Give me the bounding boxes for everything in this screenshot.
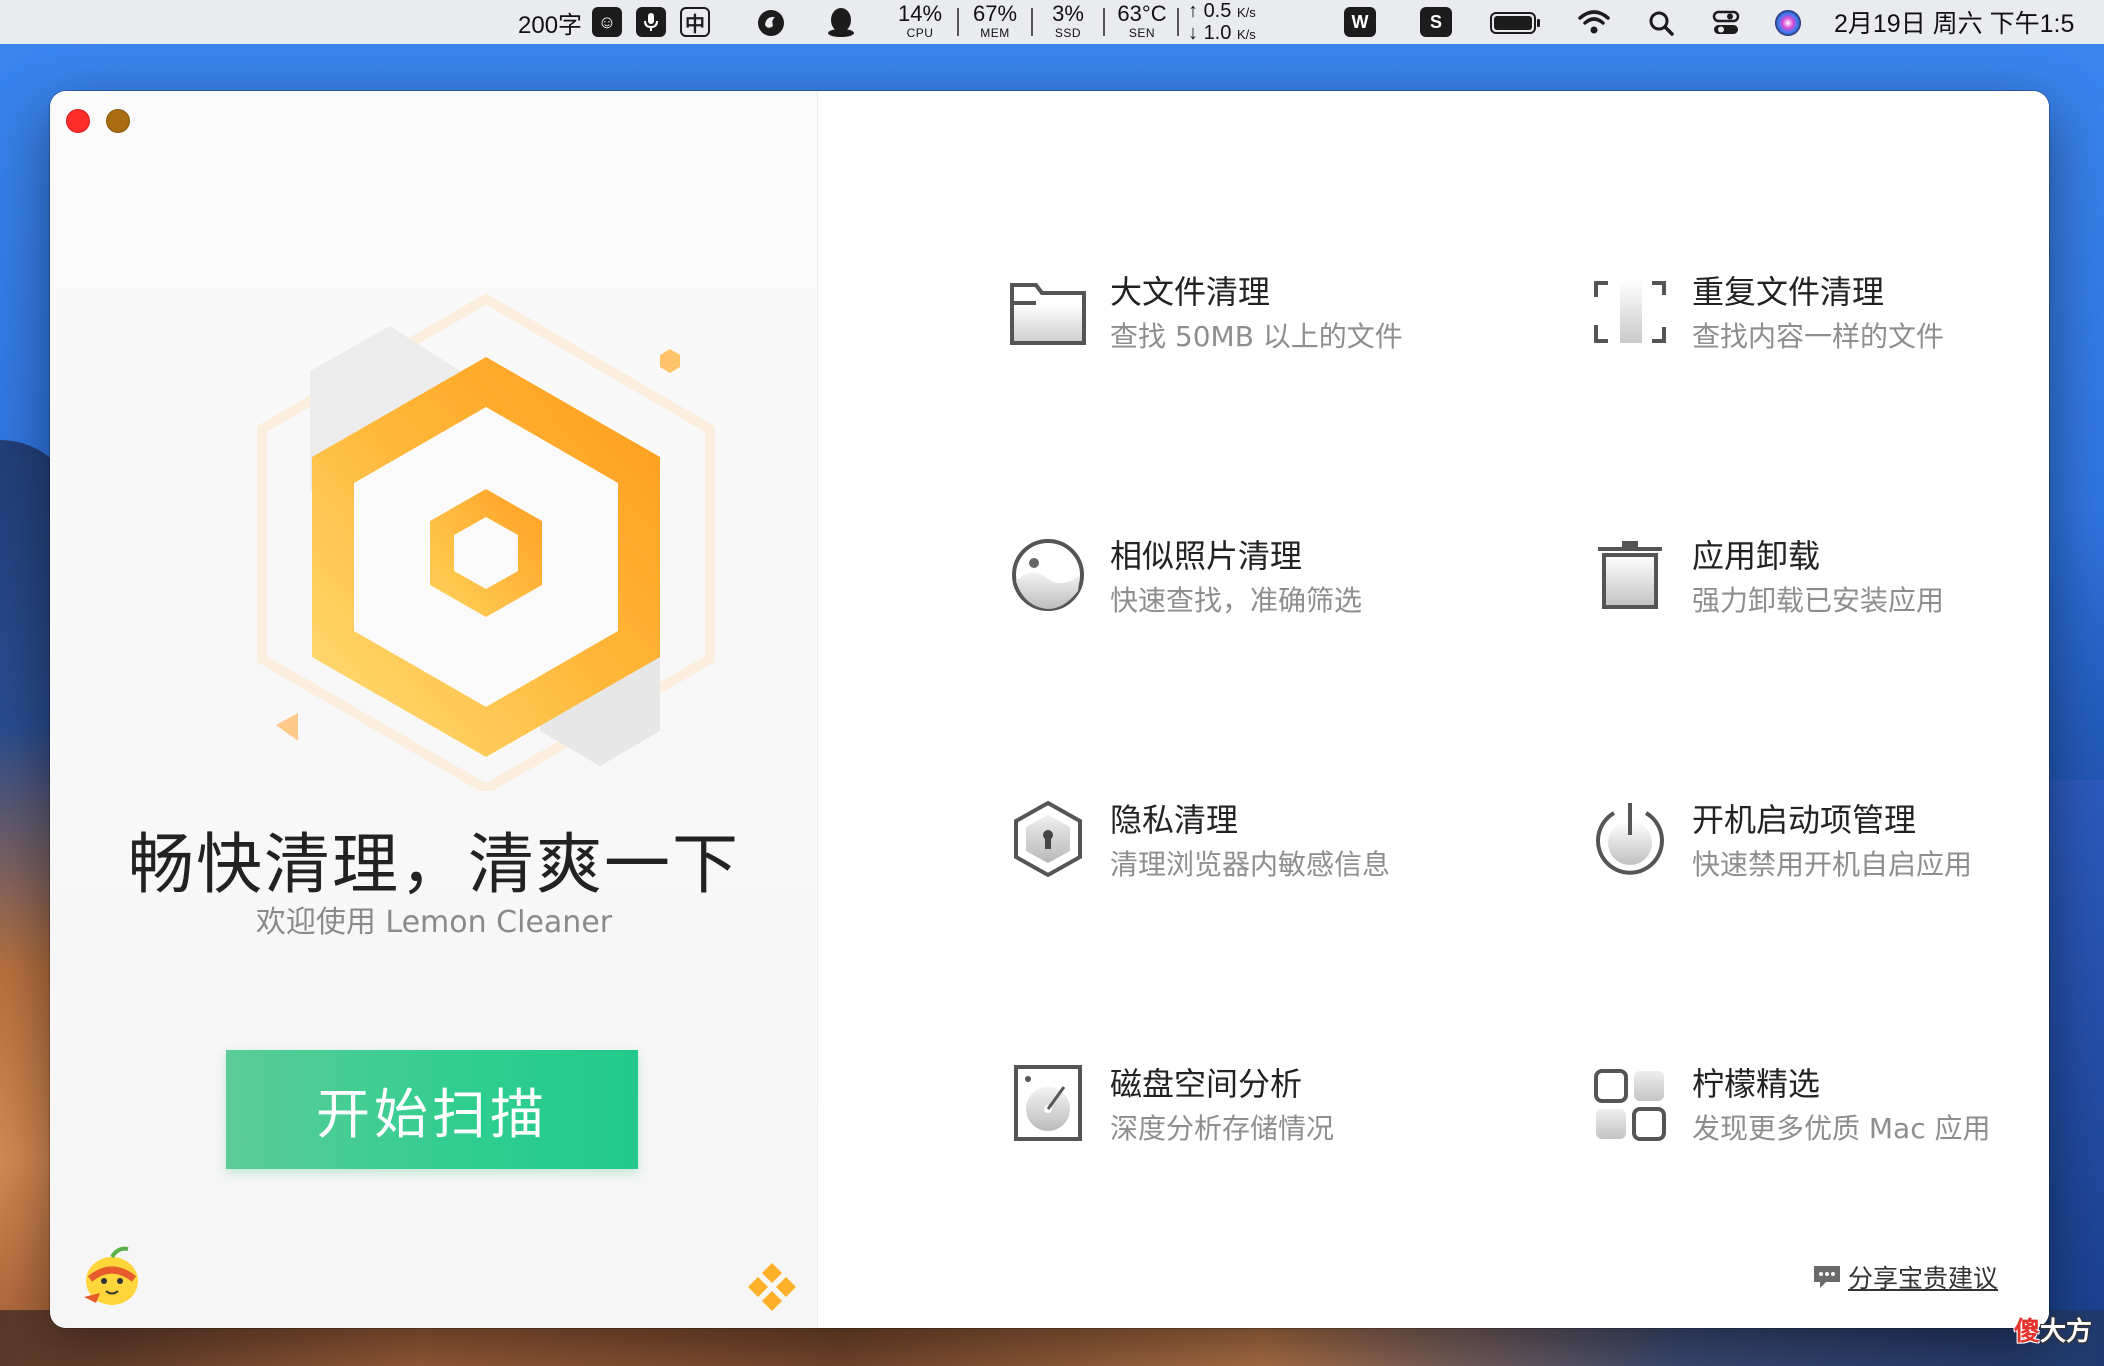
feature-description: 快速禁用开机自启应用 xyxy=(1692,848,1973,881)
feature-description: 发现更多优质 Mac 应用 xyxy=(1692,1112,1991,1145)
feature-title: 开机启动项管理 xyxy=(1692,801,1917,839)
word-count-text: 200字 xyxy=(518,11,583,39)
duplicate-file-icon xyxy=(1594,281,1666,343)
input-method-label: 中 xyxy=(685,13,705,36)
clock-text: 2月19日 周六 下午1:5 xyxy=(1834,10,2075,38)
qq-icon[interactable] xyxy=(826,6,856,43)
app-grid-icon xyxy=(1594,1069,1666,1141)
feature-description: 快速查找，准确筛选 xyxy=(1110,584,1363,617)
mem-value: 67% xyxy=(972,1,1018,26)
feature-title: 相似照片清理 xyxy=(1110,537,1303,575)
feature-duplicate-files[interactable]: 重复文件清理 查找内容一样的文件 xyxy=(1590,259,2049,369)
cpu-label: CPU xyxy=(906,26,934,40)
disk-icon xyxy=(1014,1065,1082,1141)
menu-bar: 200字 ☺ 中 14% CPU 67% MEM 3% SSD 63°C SEN… xyxy=(0,0,2104,44)
microphone-icon[interactable] xyxy=(636,7,666,37)
feature-lemon-picks[interactable]: 柠檬精选 发现更多优质 Mac 应用 xyxy=(1590,1051,2049,1161)
sensor-stat[interactable]: 63°C SEN xyxy=(1113,1,1171,40)
feature-title: 应用卸载 xyxy=(1692,537,1821,575)
menubar-separator xyxy=(1103,8,1105,36)
feature-description: 深度分析存储情况 xyxy=(1110,1112,1335,1145)
control-center-icon[interactable] xyxy=(1712,9,1740,42)
feedback-link[interactable]: 分享宝贵建议 xyxy=(1812,1262,1999,1293)
net-down-unit: K/s xyxy=(1236,27,1256,42)
feature-title: 大文件清理 xyxy=(1110,273,1271,311)
wallpaper-sea xyxy=(2040,780,2104,1366)
net-up-unit: K/s xyxy=(1236,5,1256,20)
feature-title: 磁盘空间分析 xyxy=(1110,1065,1303,1103)
wifi-icon[interactable] xyxy=(1578,9,1610,40)
feature-title: 柠檬精选 xyxy=(1692,1065,1821,1103)
mem-label: MEM xyxy=(980,26,1010,40)
ssd-stat[interactable]: 3% SSD xyxy=(1046,1,1090,40)
trash-icon xyxy=(1598,541,1662,609)
menubar-separator xyxy=(957,8,959,36)
sensor-label: SEN xyxy=(1128,26,1156,40)
feature-panel: 大文件清理 查找 50MB 以上的文件 重复文件清理 查找内容一样的文件 相似照… xyxy=(818,91,2049,1328)
network-stat[interactable]: ↑ 0.5 K/s ↓ 1.0 K/s xyxy=(1188,1,1256,45)
lemon-mascot-icon[interactable] xyxy=(76,1241,148,1311)
battery-icon[interactable] xyxy=(1490,12,1542,39)
word-count-item[interactable]: 200字 xyxy=(518,0,582,44)
feature-description: 查找 50MB 以上的文件 xyxy=(1110,320,1403,353)
feature-large-files[interactable]: 大文件清理 查找 50MB 以上的文件 xyxy=(1008,259,1528,369)
privacy-shield-icon xyxy=(1014,800,1082,878)
input-method-icon[interactable]: 中 xyxy=(680,7,710,37)
menubar-separator xyxy=(1031,8,1033,36)
photo-icon xyxy=(1012,539,1084,611)
watermark-red-text: 傻 xyxy=(2014,1317,2041,1347)
quickshot-icon[interactable] xyxy=(756,8,786,43)
watermark-text: 大方 xyxy=(2040,1317,2093,1347)
chat-bubble-icon xyxy=(1814,1266,1840,1288)
menubar-separator xyxy=(1177,8,1179,36)
feedback-text: 分享宝贵建议 xyxy=(1848,1264,1999,1293)
ssd-value: 3% xyxy=(1052,1,1084,26)
sogou-icon[interactable]: S xyxy=(1420,7,1452,37)
power-icon xyxy=(1596,803,1664,875)
cpu-stat[interactable]: 14% CPU xyxy=(895,1,945,40)
feature-startup-items[interactable]: 开机启动项管理 快速禁用开机自启应用 xyxy=(1590,787,2049,897)
net-down-value: 1.0 xyxy=(1203,22,1232,44)
feature-description: 清理浏览器内敏感信息 xyxy=(1110,848,1391,881)
watermark: 傻大方 xyxy=(2014,1311,2092,1348)
window-minimize-button[interactable] xyxy=(106,109,130,133)
window-close-button[interactable] xyxy=(66,109,90,133)
cpu-value: 14% xyxy=(897,1,943,26)
feature-privacy-clean[interactable]: 隐私清理 清理浏览器内敏感信息 xyxy=(1008,787,1528,897)
slogan-heading: 畅快清理，清爽一下 xyxy=(128,826,740,903)
lemon-cleaner-window: 畅快清理，清爽一下 欢迎使用 Lemon Cleaner 开始扫描 大文件清理 … xyxy=(50,91,2049,1328)
mem-stat[interactable]: 67% MEM xyxy=(967,1,1023,40)
feature-description: 查找内容一样的文件 xyxy=(1692,320,1945,353)
upload-arrow-icon: ↑ xyxy=(1188,0,1198,22)
feature-title: 重复文件清理 xyxy=(1692,273,1885,311)
welcome-text: 欢迎使用 Lemon Cleaner xyxy=(255,905,613,940)
feature-disk-analysis[interactable]: 磁盘空间分析 深度分析存储情况 xyxy=(1008,1051,1528,1161)
download-arrow-icon: ↓ xyxy=(1188,22,1198,44)
wps-icon[interactable]: W xyxy=(1344,7,1376,37)
feature-title: 隐私清理 xyxy=(1110,801,1239,839)
siri-icon[interactable] xyxy=(1774,9,1802,42)
emoji-icon[interactable]: ☺ xyxy=(592,7,622,37)
lemon-hexagon-logo xyxy=(257,293,715,791)
folder-icon xyxy=(1010,283,1086,345)
menubar-clock[interactable]: 2月19日 周六 下午1:5 xyxy=(1834,0,2074,44)
net-up-value: 0.5 xyxy=(1203,0,1232,22)
diamond-menu-icon[interactable] xyxy=(746,1261,798,1313)
feature-app-uninstall[interactable]: 应用卸载 强力卸载已安装应用 xyxy=(1590,523,2049,633)
feature-description: 强力卸载已安装应用 xyxy=(1692,584,1945,617)
left-panel: 畅快清理，清爽一下 欢迎使用 Lemon Cleaner 开始扫描 xyxy=(50,91,818,1328)
spotlight-search-icon[interactable] xyxy=(1648,10,1674,41)
sensor-value: 63°C xyxy=(1117,1,1167,26)
feature-similar-photos[interactable]: 相似照片清理 快速查找，准确筛选 xyxy=(1008,523,1528,633)
start-scan-button[interactable]: 开始扫描 xyxy=(226,1050,638,1169)
ssd-label: SSD xyxy=(1054,26,1082,40)
